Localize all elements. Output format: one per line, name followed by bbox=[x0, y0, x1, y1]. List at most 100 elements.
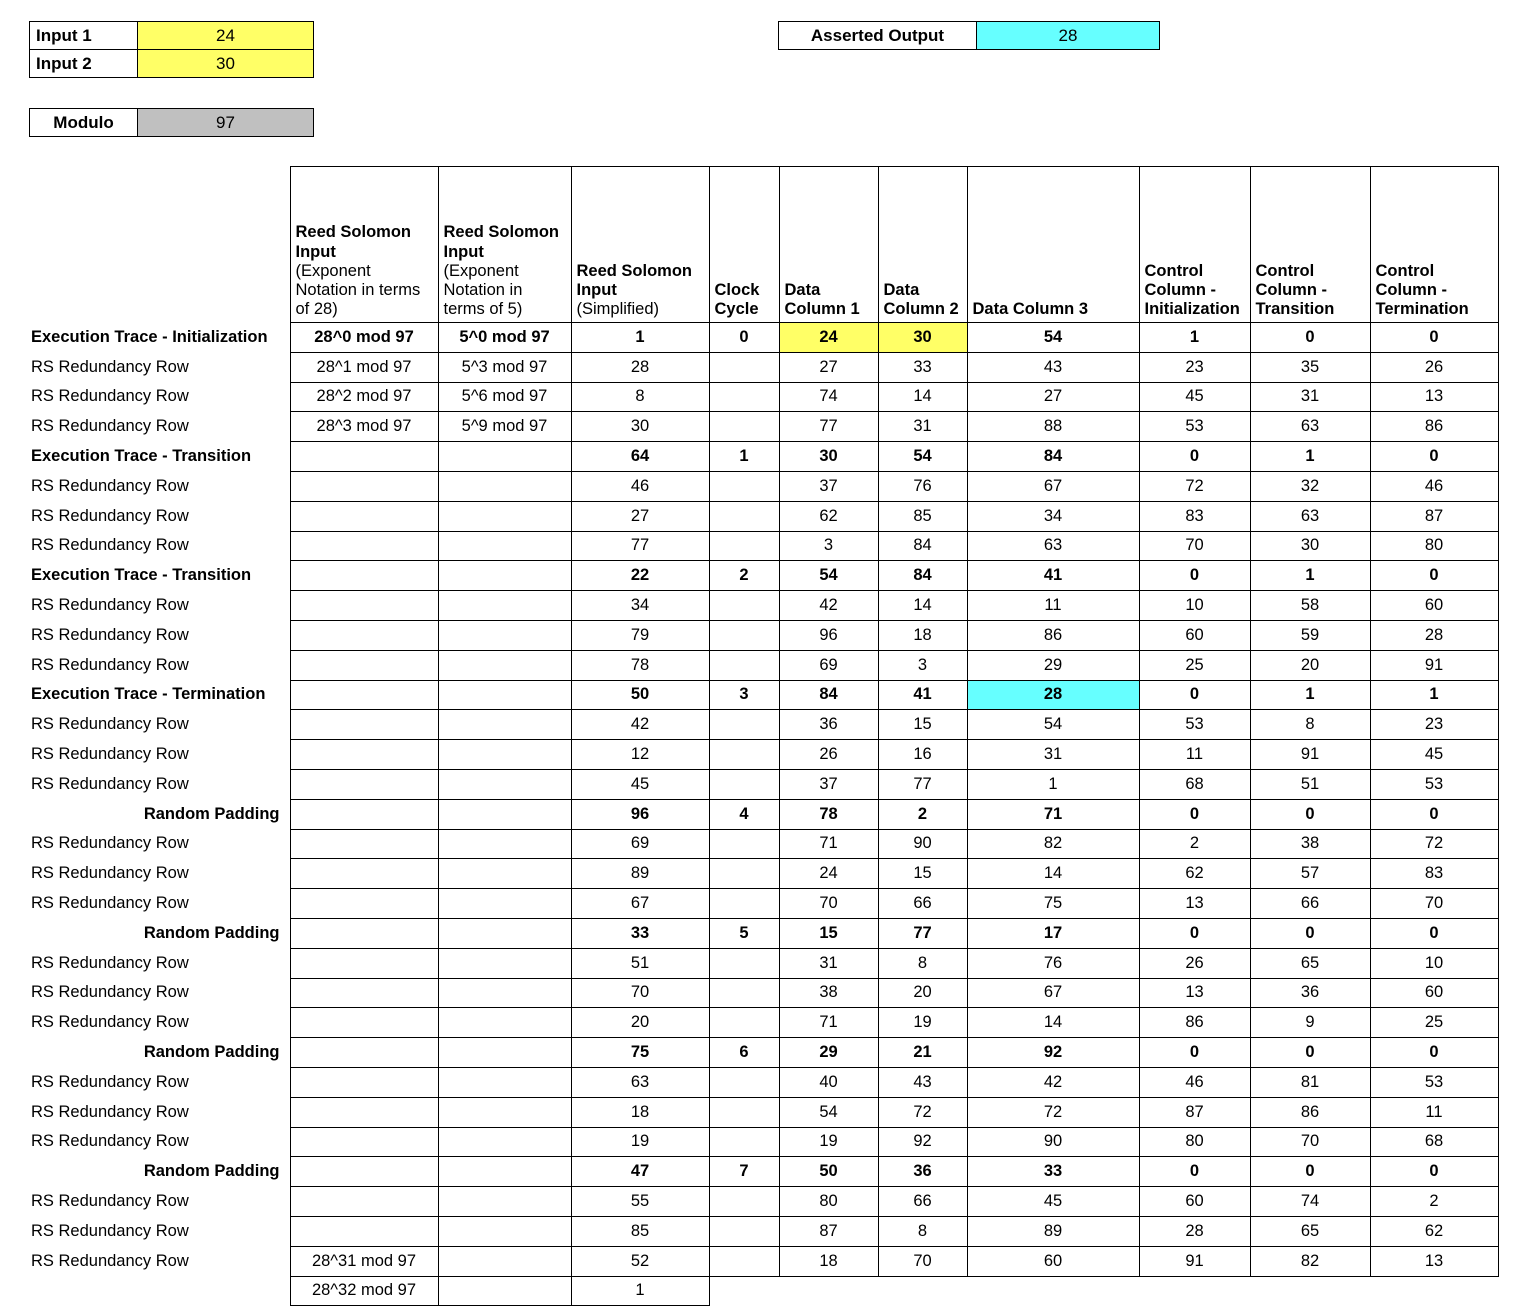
clock-cycle-cell[interactable]: 7 bbox=[708, 1156, 780, 1188]
rs-input-simplified-cell[interactable]: 78 bbox=[570, 649, 710, 681]
rs-input-simplified-cell[interactable]: 89 bbox=[570, 858, 710, 890]
data-column-2-cell[interactable]: 14 bbox=[877, 590, 968, 621]
data-column-1-cell[interactable]: 18 bbox=[778, 1245, 879, 1277]
control-initialization-cell[interactable]: 0 bbox=[1138, 917, 1251, 949]
data-column-1-cell[interactable]: 37 bbox=[778, 470, 879, 502]
clock-cycle-cell[interactable] bbox=[708, 1126, 780, 1158]
control-transition-cell[interactable]: 82 bbox=[1249, 1245, 1371, 1277]
control-termination-cell[interactable]: 87 bbox=[1369, 500, 1499, 532]
data-column-1-cell[interactable]: 40 bbox=[778, 1066, 879, 1098]
clock-cycle-cell[interactable]: 3 bbox=[708, 679, 780, 711]
control-termination-cell[interactable]: 62 bbox=[1369, 1215, 1499, 1247]
rs-input-28-cell[interactable] bbox=[289, 679, 439, 711]
rs-input-28-cell[interactable] bbox=[289, 977, 439, 1009]
rs-input-28-cell[interactable] bbox=[289, 858, 439, 890]
rs-input-28-cell[interactable] bbox=[289, 709, 439, 741]
data-column-3-cell[interactable]: 28 bbox=[966, 679, 1140, 711]
rs-input-28-cell[interactable] bbox=[289, 649, 439, 681]
data-column-2-cell[interactable]: 84 bbox=[877, 530, 968, 562]
data-column-1-cell[interactable]: 87 bbox=[778, 1215, 879, 1247]
rs-input-simplified-cell[interactable]: 46 bbox=[570, 470, 710, 502]
control-termination-cell[interactable]: 70 bbox=[1369, 888, 1499, 919]
data-column-1-cell[interactable]: 31 bbox=[778, 947, 879, 979]
control-initialization-cell[interactable]: 0 bbox=[1138, 798, 1251, 830]
rs-input-28-cell[interactable] bbox=[289, 917, 439, 949]
rs-input-28-cell[interactable]: 28^0 mod 97 bbox=[289, 322, 439, 353]
control-initialization-cell[interactable]: 45 bbox=[1138, 381, 1251, 413]
rs-input-simplified-cell[interactable]: 1 bbox=[570, 1275, 710, 1306]
data-column-3-cell[interactable]: 41 bbox=[966, 560, 1140, 592]
rs-input-simplified-cell[interactable]: 34 bbox=[570, 590, 710, 621]
control-termination-cell[interactable]: 26 bbox=[1369, 351, 1499, 383]
control-transition-cell[interactable]: 30 bbox=[1249, 530, 1371, 562]
data-column-3-cell[interactable]: 72 bbox=[966, 1096, 1140, 1128]
control-transition-cell[interactable]: 8 bbox=[1249, 709, 1371, 741]
data-column-1-cell[interactable]: 54 bbox=[778, 1096, 879, 1128]
clock-cycle-cell[interactable] bbox=[708, 858, 780, 890]
data-column-2-cell[interactable]: 18 bbox=[877, 619, 968, 651]
data-column-1-cell[interactable]: 96 bbox=[778, 619, 879, 651]
control-termination-cell[interactable]: 0 bbox=[1369, 322, 1499, 353]
control-termination-cell[interactable]: 13 bbox=[1369, 1245, 1499, 1277]
control-transition-cell[interactable]: 0 bbox=[1249, 1156, 1371, 1188]
data-column-1-cell[interactable]: 62 bbox=[778, 500, 879, 532]
rs-input-simplified-cell[interactable]: 30 bbox=[570, 411, 710, 443]
clock-cycle-cell[interactable] bbox=[708, 768, 780, 800]
rs-input-simplified-cell[interactable]: 50 bbox=[570, 679, 710, 711]
control-termination-cell[interactable]: 86 bbox=[1369, 411, 1499, 443]
data-column-3-cell[interactable]: 45 bbox=[966, 1186, 1140, 1217]
data-column-1-cell[interactable]: 36 bbox=[778, 709, 879, 741]
rs-input-5-cell[interactable] bbox=[437, 947, 572, 979]
data-column-1-cell[interactable]: 27 bbox=[778, 351, 879, 383]
data-column-2-cell[interactable]: 43 bbox=[877, 1066, 968, 1098]
data-column-2-cell[interactable]: 85 bbox=[877, 500, 968, 532]
rs-input-5-cell[interactable] bbox=[437, 470, 572, 502]
control-initialization-cell[interactable]: 28 bbox=[1138, 1215, 1251, 1247]
rs-input-5-cell[interactable] bbox=[437, 768, 572, 800]
data-column-3-cell[interactable]: 14 bbox=[966, 858, 1140, 890]
rs-input-simplified-cell[interactable]: 75 bbox=[570, 1037, 710, 1068]
control-termination-cell[interactable]: 72 bbox=[1369, 828, 1499, 860]
clock-cycle-cell[interactable] bbox=[708, 977, 780, 1009]
rs-input-28-cell[interactable] bbox=[289, 1007, 439, 1039]
rs-input-5-cell[interactable]: 5^3 mod 97 bbox=[437, 351, 572, 383]
clock-cycle-cell[interactable] bbox=[708, 530, 780, 562]
clock-cycle-cell[interactable] bbox=[708, 470, 780, 502]
data-column-2-cell[interactable]: 31 bbox=[877, 411, 968, 443]
data-column-2-cell[interactable]: 84 bbox=[877, 560, 968, 592]
rs-input-28-cell[interactable] bbox=[289, 1156, 439, 1188]
control-termination-cell[interactable]: 53 bbox=[1369, 1066, 1499, 1098]
data-column-3-cell[interactable]: 84 bbox=[966, 441, 1140, 472]
control-initialization-cell[interactable]: 60 bbox=[1138, 1186, 1251, 1217]
data-column-3-cell[interactable]: 54 bbox=[966, 322, 1140, 353]
data-column-2-cell[interactable]: 16 bbox=[877, 739, 968, 770]
control-initialization-cell[interactable]: 26 bbox=[1138, 947, 1251, 979]
data-column-3-cell[interactable]: 88 bbox=[966, 411, 1140, 443]
rs-input-5-cell[interactable] bbox=[437, 739, 572, 770]
control-initialization-cell[interactable]: 80 bbox=[1138, 1126, 1251, 1158]
control-initialization-cell[interactable]: 53 bbox=[1138, 411, 1251, 443]
rs-input-28-cell[interactable] bbox=[289, 530, 439, 562]
control-termination-cell[interactable]: 0 bbox=[1369, 917, 1499, 949]
rs-input-simplified-cell[interactable]: 77 bbox=[570, 530, 710, 562]
rs-input-simplified-cell[interactable]: 85 bbox=[570, 1215, 710, 1247]
data-column-2-cell[interactable]: 2 bbox=[877, 798, 968, 830]
control-transition-cell[interactable]: 0 bbox=[1249, 917, 1371, 949]
rs-input-5-cell[interactable] bbox=[437, 441, 572, 472]
control-termination-cell[interactable]: 46 bbox=[1369, 470, 1499, 502]
rs-input-5-cell[interactable]: 5^9 mod 97 bbox=[437, 411, 572, 443]
rs-input-5-cell[interactable] bbox=[437, 590, 572, 621]
rs-input-28-cell[interactable] bbox=[289, 1126, 439, 1158]
data-column-2-cell[interactable]: 77 bbox=[877, 768, 968, 800]
rs-input-28-cell[interactable]: 28^2 mod 97 bbox=[289, 381, 439, 413]
control-initialization-cell[interactable]: 0 bbox=[1138, 1037, 1251, 1068]
rs-input-5-cell[interactable]: 5^6 mod 97 bbox=[437, 381, 572, 413]
data-column-2-cell[interactable]: 8 bbox=[877, 947, 968, 979]
control-initialization-cell[interactable]: 2 bbox=[1138, 828, 1251, 860]
data-column-2-cell[interactable]: 54 bbox=[877, 441, 968, 472]
control-initialization-cell[interactable]: 23 bbox=[1138, 351, 1251, 383]
rs-input-simplified-cell[interactable]: 18 bbox=[570, 1096, 710, 1128]
rs-input-5-cell[interactable] bbox=[437, 649, 572, 681]
control-initialization-cell[interactable]: 13 bbox=[1138, 888, 1251, 919]
rs-input-28-cell[interactable] bbox=[289, 1096, 439, 1128]
